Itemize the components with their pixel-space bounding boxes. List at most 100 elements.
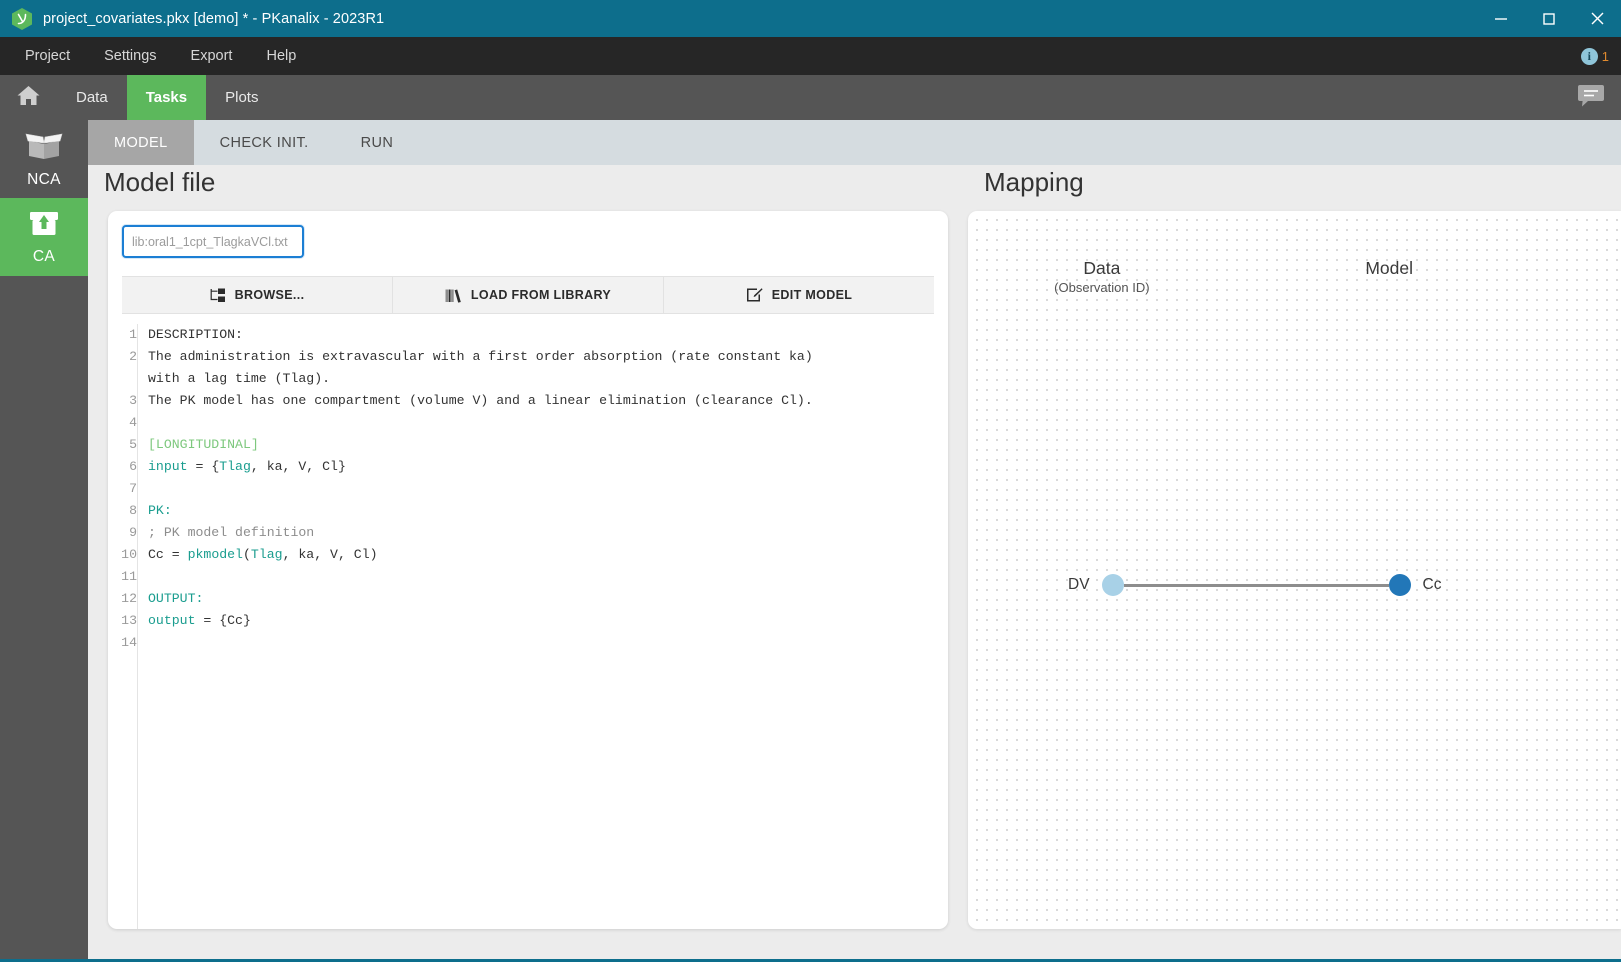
model-file-toolbar: BROWSE... LOAD FROM LIBRARY EDIT MODEL [122,276,934,314]
tab-check-init[interactable]: CHECK INIT. [194,120,335,165]
editor-code-line: Cc = pkmodel(Tlag, ka, V, Cl) [148,547,378,562]
editor-code-line: The administration is extravascular with… [148,349,813,364]
mapping-model-label: Model [1365,258,1413,278]
application-window: project_covariates.pkx [demo] * - PKanal… [0,0,1621,962]
editor-line-number: 13 [121,613,137,628]
menu-item-settings[interactable]: Settings [87,37,173,75]
editor-line-number: 3 [129,393,137,408]
model-file-input-row [108,211,948,258]
editor-code-line: PK: [148,503,172,518]
mapping-target-label: Cc [1422,576,1442,593]
editor-line-number: 9 [129,525,137,540]
chat-bubble-icon [1577,83,1605,113]
mapping-link-line [1123,583,1389,587]
info-icon: i [1580,47,1598,65]
editor-code-line [148,632,948,654]
home-button[interactable] [0,75,57,120]
mapping-section: Mapping Data (Observation ID) Model DV C… [968,165,1621,959]
home-icon [16,84,41,112]
nav-tab-data[interactable]: Data [57,75,127,120]
mapping-column-headers: Data (Observation ID) Model [968,257,1621,297]
nav-tab-plots[interactable]: Plots [206,75,277,120]
editor-code-line [148,412,948,434]
books-library-icon [445,288,462,303]
editor-line-number: 10 [121,547,137,562]
editor-line-number: 4 [129,415,137,430]
mapping-target-node[interactable] [1388,574,1411,596]
editor-line-number: 8 [129,503,137,518]
left-sidebar: NCA CA [0,120,88,959]
editor-line-number: 12 [121,591,137,606]
mapping-data-sublabel: (Observation ID) [1054,280,1150,295]
task-subtabs: MODEL CHECK INIT. RUN [88,120,1621,165]
editor-code-content[interactable]: DESCRIPTION: The administration is extrav… [138,324,948,929]
editor-line-number [114,368,137,390]
menu-bar: Project Settings Export Help i 1 [0,37,1621,75]
pkanalix-hexagon-logo-icon [11,7,33,31]
notifications-indicator[interactable]: i 1 [1580,37,1609,75]
model-file-panel: BROWSE... [108,211,948,929]
edit-model-button-label: EDIT MODEL [771,288,853,302]
menu-item-export[interactable]: Export [174,37,250,75]
sidebar-item-ca[interactable]: CA [0,198,88,276]
editor-code-line: OUTPUT: [148,591,204,606]
editor-line-number: 2 [129,349,137,364]
editor-code-line [148,478,948,500]
maximize-button[interactable] [1525,0,1573,37]
closed-box-upload-icon [27,209,61,243]
editor-line-numbers: 1 2 3 4 5 6 7 8 9 10 11 12 13 14 [108,324,138,929]
window-controls [1477,0,1621,37]
mapping-data-column: Data (Observation ID) [968,257,1236,297]
editor-code-line: output = {Cc} [148,613,251,628]
browse-button-label: BROWSE... [234,288,305,302]
menu-item-project[interactable]: Project [8,37,87,75]
editor-line-number: 6 [129,459,137,474]
editor-code-line: with a lag time (Tlag). [148,371,331,386]
model-file-section: Model file lib:oral1_1cpt_TlagkaVCl.txt … [88,165,968,959]
tab-run[interactable]: RUN [335,120,420,165]
editor-line-number: 7 [129,481,137,496]
sidebar-item-nca-label: NCA [27,170,61,188]
browse-button[interactable]: BROWSE... [122,277,393,313]
title-bar: project_covariates.pkx [demo] * - PKanal… [0,0,1621,37]
editor-code-line: [LONGITUDINAL] [148,437,259,452]
model-file-title: Model file [104,167,216,197]
content-area: Model file lib:oral1_1cpt_TlagkaVCl.txt … [88,165,1621,959]
tab-model[interactable]: MODEL [88,120,194,165]
nav-tab-tasks[interactable]: Tasks [126,75,207,120]
mapping-data-label: Data [1083,258,1121,278]
window-title: project_covariates.pkx [demo] * - PKanal… [43,10,385,27]
model-file-path-input[interactable] [122,225,304,258]
editor-code-line: DESCRIPTION: [148,327,243,342]
menu-item-help[interactable]: Help [249,37,313,75]
model-code-editor[interactable]: 1 2 3 4 5 6 7 8 9 10 11 12 13 14 DESCRIPTION: The admi… [108,314,948,929]
load-from-library-button[interactable]: LOAD FROM LIBRARY [393,277,664,313]
editor-line-number: 11 [121,569,137,584]
mapping-source-label: DV [1068,576,1090,593]
mapping-model-column: Model [1281,257,1496,297]
mapping-link-row[interactable]: DV Cc [1068,574,1442,596]
body-region: NCA CA MODEL CHECK INIT. RUN Model file … [0,120,1621,959]
sidebar-item-nca[interactable]: NCA [0,120,88,198]
editor-line-number: 1 [129,327,137,342]
pencil-edit-icon [746,287,763,303]
editor-line-number: 5 [129,437,137,452]
mapping-source-node[interactable] [1101,574,1124,596]
main-column: MODEL CHECK INIT. RUN Model file lib:ora… [88,120,1621,959]
notification-count: 1 [1601,48,1609,64]
file-browse-icon [210,288,226,303]
chat-button[interactable] [1577,75,1605,120]
close-button[interactable] [1573,0,1621,37]
editor-code-line: ; PK model definition [148,525,315,540]
sidebar-item-ca-label: CA [32,247,56,265]
mapping-title: Mapping [984,167,1084,197]
open-box-icon [23,130,65,166]
minimize-button[interactable] [1477,0,1525,37]
editor-code-line [148,566,948,588]
editor-code-line: The PK model has one compartment (volume… [148,393,813,408]
main-nav-bar: Data Tasks Plots [0,75,1621,120]
mapping-panel[interactable]: Data (Observation ID) Model DV Cc [968,211,1621,929]
edit-model-button[interactable]: EDIT MODEL [664,277,934,313]
editor-code-line: input = {Tlag, ka, V, Cl} [148,459,346,474]
load-from-library-button-label: LOAD FROM LIBRARY [470,288,612,302]
